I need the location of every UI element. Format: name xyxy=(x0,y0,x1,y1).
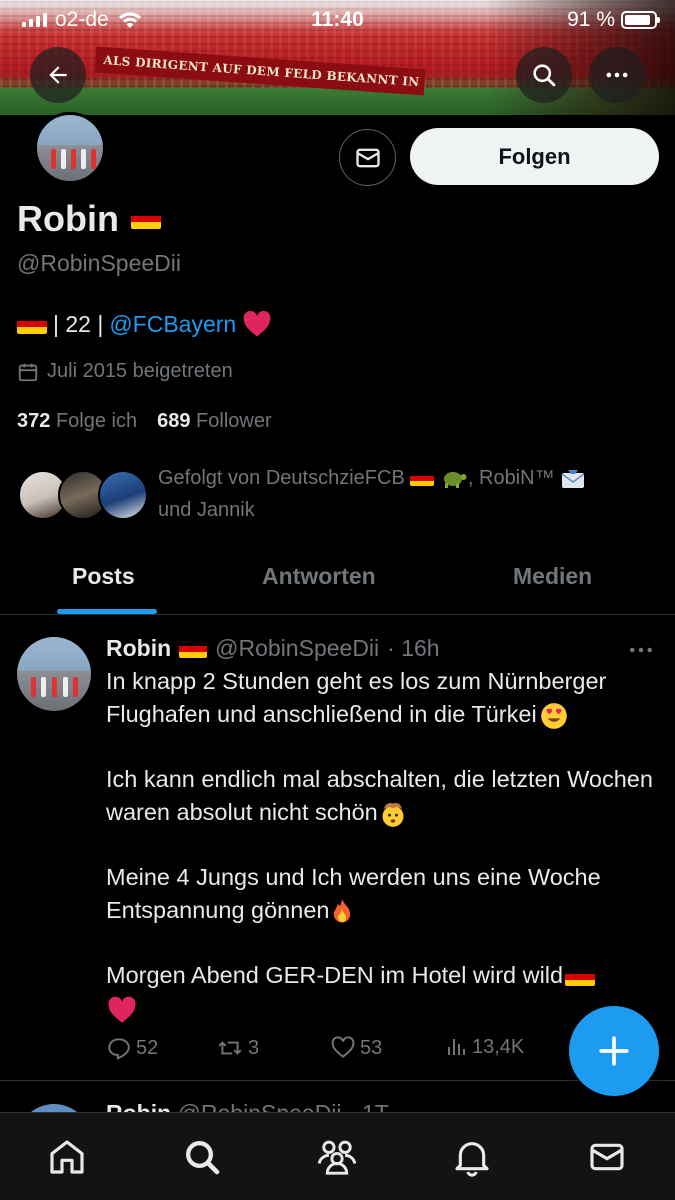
nav-home[interactable] xyxy=(45,1135,89,1179)
profile-name: Robin xyxy=(17,198,161,240)
bell-icon xyxy=(455,1142,489,1177)
red-heart-icon xyxy=(243,310,271,337)
post-time: · 16h xyxy=(387,635,440,661)
more-horizontal-icon xyxy=(606,72,628,78)
repost-button[interactable]: 3 xyxy=(216,1035,259,1061)
followers-label: Follower xyxy=(196,410,272,432)
nav-communities[interactable] xyxy=(315,1135,359,1179)
communities-icon xyxy=(317,1140,357,1175)
views-chart-icon xyxy=(448,1039,465,1055)
nav-messages[interactable] xyxy=(585,1135,629,1179)
search-icon xyxy=(185,1140,220,1175)
more-options-button[interactable] xyxy=(589,47,645,103)
post-header: Robin @RobinSpeeDii · 16h xyxy=(106,635,440,662)
heart-eyes-emoji-icon xyxy=(540,702,567,729)
germany-flag-icon xyxy=(410,471,435,487)
arrow-left-icon xyxy=(49,66,67,84)
calendar-icon xyxy=(18,363,38,381)
follower-avatar xyxy=(98,470,148,520)
followers-stat[interactable]: 689 Follower xyxy=(157,410,272,433)
like-count: 53 xyxy=(360,1036,383,1059)
turtle-icon xyxy=(443,471,467,488)
post-avatar[interactable] xyxy=(17,637,91,711)
fire-emoji-icon xyxy=(334,898,351,923)
profile-bio: | 22 | @FCBayern xyxy=(17,310,272,338)
mail-icon xyxy=(590,1143,624,1171)
nav-notifications[interactable] xyxy=(450,1135,494,1179)
bio-link-fcbayern[interactable]: @FCBayern xyxy=(109,311,236,338)
post[interactable]: Robin @RobinSpeeDii · 16h In knapp 2 Stu… xyxy=(0,615,675,1081)
post-author-name[interactable]: Robin xyxy=(106,635,171,662)
germany-flag-icon xyxy=(17,314,47,334)
reply-count: 52 xyxy=(136,1036,159,1059)
post-line-1: In knapp 2 Stunden geht es los zum Nürnb… xyxy=(106,668,607,727)
mail-icon xyxy=(355,148,380,167)
profile-tabs: Posts Antworten Medien xyxy=(0,545,675,615)
following-count: 372 xyxy=(17,410,51,432)
bio-age: | 22 | xyxy=(53,310,104,337)
home-icon xyxy=(50,1140,84,1174)
tab-media[interactable]: Medien xyxy=(513,563,592,590)
following-label: Folge ich xyxy=(55,410,138,432)
more-horizontal-icon xyxy=(630,647,652,653)
message-button[interactable] xyxy=(339,129,396,186)
like-button[interactable]: 53 xyxy=(330,1035,382,1061)
followed-by-suffix: und Jannik xyxy=(158,499,255,521)
views-button[interactable]: 13,4K xyxy=(444,1035,524,1059)
profile-handle: @RobinSpeeDii xyxy=(17,250,181,276)
joined-text: Juli 2015 beigetreten xyxy=(47,360,233,382)
followed-by-mid: , RobiN™ xyxy=(467,467,555,489)
battery-percent: 91 % xyxy=(567,8,615,31)
tab-replies[interactable]: Antworten xyxy=(262,563,376,590)
bottom-nav xyxy=(0,1112,675,1200)
tab-posts[interactable]: Posts xyxy=(72,563,135,590)
battery-icon xyxy=(621,11,660,29)
joined-date: Juli 2015 beigetreten xyxy=(17,360,233,383)
reply-icon xyxy=(108,1038,130,1060)
repost-count: 3 xyxy=(248,1036,260,1059)
envelope-icon xyxy=(561,469,585,488)
profile-avatar[interactable] xyxy=(34,112,106,184)
post-line-4: Morgen Abend GER-DEN im Hotel wird wild xyxy=(106,962,564,988)
germany-flag-icon xyxy=(130,209,161,229)
germany-flag-icon xyxy=(179,639,208,658)
nav-search[interactable] xyxy=(180,1135,224,1179)
active-tab-indicator xyxy=(57,609,157,614)
post-text: In knapp 2 Stunden geht es los zum Nürnb… xyxy=(106,665,666,1025)
repost-icon xyxy=(218,1041,242,1055)
germany-flag-icon xyxy=(565,967,596,987)
reply-button[interactable]: 52 xyxy=(106,1035,158,1061)
followed-by-prefix: Gefolgt von DeutschzieFCB xyxy=(158,467,405,489)
followed-by-avatars[interactable] xyxy=(18,470,148,522)
post-author-handle[interactable]: @RobinSpeeDii xyxy=(215,635,379,662)
exploding-head-emoji-icon xyxy=(382,802,404,827)
followers-count: 689 xyxy=(157,410,191,432)
status-bar: o2-de 11:40 91 % xyxy=(0,0,675,38)
profile-name-text: Robin xyxy=(17,198,119,239)
view-count: 13,4K xyxy=(472,1035,525,1058)
plus-icon xyxy=(599,1036,629,1066)
search-icon xyxy=(533,64,556,87)
follow-stats: 372 Folge ich 689 Follower xyxy=(17,410,272,433)
search-button[interactable] xyxy=(516,47,572,103)
post-actions: 52 3 53 13,4K xyxy=(106,1035,626,1065)
followed-by-text[interactable]: Gefolgt von DeutschzieFCB , RobiN™ und J… xyxy=(158,462,648,526)
heart-outline-icon xyxy=(331,1036,355,1058)
red-heart-icon xyxy=(108,996,136,1023)
compose-button[interactable] xyxy=(569,1006,659,1096)
back-button[interactable] xyxy=(30,47,86,103)
following-stat[interactable]: 372 Folge ich xyxy=(17,410,137,433)
follow-button[interactable]: Folgen xyxy=(410,128,659,185)
status-right: 91 % xyxy=(567,8,660,32)
